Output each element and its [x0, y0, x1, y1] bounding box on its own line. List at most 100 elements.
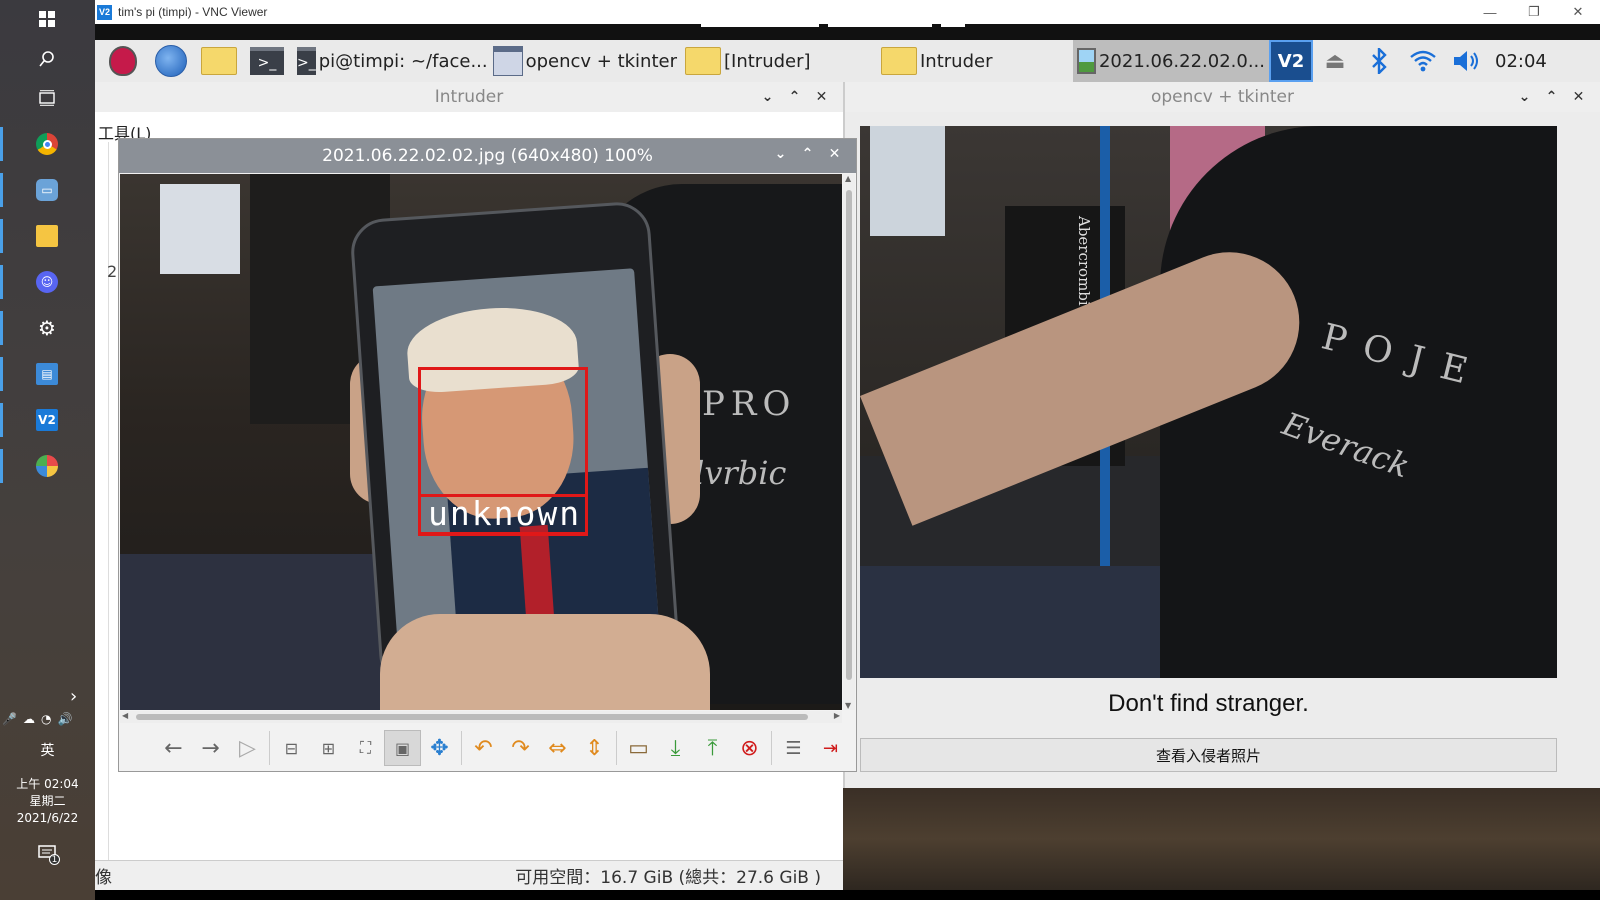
folder-icon [881, 47, 917, 75]
save-icon[interactable]: ⤓ [657, 730, 694, 766]
view-intruder-photos-button[interactable]: 查看入侵者照片 [860, 738, 1557, 772]
next-icon[interactable]: → [192, 730, 229, 766]
maximize-button[interactable]: ⌃ [781, 89, 808, 105]
vnc-title-text: tim's pi (timpi) - VNC Viewer [118, 5, 268, 19]
delete-icon[interactable]: ⊗ [731, 730, 768, 766]
terminal-icon: >_ [297, 47, 316, 75]
poster [870, 126, 945, 236]
window-title: 2021.06.22.02.02.jpg (640x480) 100% [322, 146, 653, 166]
task-terminal[interactable]: >_ pi@timpi: ~/face... [293, 40, 489, 82]
browser-icon[interactable] [151, 43, 191, 79]
vnc-viewer-icon[interactable]: V2 [27, 403, 67, 437]
opencv-window[interactable]: opencv + tkinter ⌄ ⌃ ✕ Abercrombie POJE … [843, 82, 1600, 788]
tray-icons[interactable]: 🎤 ☁ ◔ 🔊 [2, 712, 72, 726]
image-viewer-window[interactable]: 2021.06.22.02.02.jpg (640x480) 100% ⌄ ⌃ … [118, 138, 857, 772]
zoom-fit-icon[interactable]: ⛶ [347, 730, 384, 766]
preferences-icon[interactable]: ☰ [775, 730, 812, 766]
minimize-button[interactable]: ⌄ [767, 146, 794, 162]
zoom-original-icon[interactable]: ▣ [384, 730, 421, 766]
flip-horizontal-icon[interactable]: ⇔ [539, 730, 576, 766]
settings-icon[interactable]: ⚙ [27, 311, 67, 345]
rotate-left-icon[interactable]: ↶ [465, 730, 502, 766]
file-explorer-icon[interactable] [27, 219, 67, 253]
camera-feed: Abercrombie POJE Everack [860, 126, 1557, 678]
speaker-icon[interactable]: 🔊 [57, 712, 72, 726]
status-bar: 像 可用空間：16.7 GiB (總共：27.6 GiB ) [95, 860, 843, 890]
close-button[interactable]: ✕ [1565, 89, 1592, 105]
network-icon[interactable]: ◔ [41, 712, 51, 726]
rotate-right-icon[interactable]: ↷ [502, 730, 539, 766]
intruder-titlebar[interactable]: Intruder ⌄ ⌃ ✕ [95, 82, 843, 112]
ime-indicator[interactable]: 英 [0, 740, 95, 760]
volume-icon[interactable] [1445, 40, 1489, 82]
minimize-button[interactable]: — [1468, 0, 1512, 24]
opencv-titlebar[interactable]: opencv + tkinter ⌄ ⌃ ✕ [845, 82, 1600, 112]
microphone-icon[interactable]: 🎤 [2, 712, 17, 726]
shirt-text: POJE [1317, 316, 1489, 397]
status-message: Don't find stranger. [1108, 690, 1309, 717]
zoom-in-icon[interactable]: ⊞ [310, 730, 347, 766]
task-intruder[interactable]: Intruder [877, 40, 1073, 82]
folder-icon [685, 47, 721, 75]
flip-vertical-icon[interactable]: ⇕ [576, 730, 613, 766]
task-view-icon[interactable] [27, 81, 67, 115]
prev-icon[interactable]: ← [155, 730, 192, 766]
minimize-button[interactable]: ⌄ [754, 89, 781, 105]
bluetooth-icon[interactable] [1357, 40, 1401, 82]
task-intruder-bracket[interactable]: [Intruder] [681, 40, 877, 82]
poster [160, 184, 240, 274]
close-button[interactable]: ✕ [808, 89, 835, 105]
fullscreen-icon[interactable]: ✥ [421, 730, 458, 766]
quit-icon[interactable]: ⇥ [812, 730, 849, 766]
vnc-server-icon[interactable]: V2 [1269, 40, 1313, 82]
search-icon[interactable] [27, 42, 67, 76]
paint-icon[interactable] [27, 449, 67, 483]
task-image-viewer[interactable]: 2021.06.22.02.0... [1073, 40, 1269, 82]
vertical-scrollbar[interactable]: ▲ ▼ [843, 174, 855, 710]
windows-taskbar: ▭ ☺ ⚙ ▤ V2 › 🎤 ☁ ◔ 🔊 英 上午 02:04 星期二 2021… [0, 0, 95, 900]
status-left-text: 像 [95, 868, 112, 888]
wifi-icon[interactable] [1401, 40, 1445, 82]
shirt: POJE Everack [1160, 126, 1557, 678]
raspberry-menu-icon[interactable] [103, 43, 143, 79]
cloud-icon[interactable]: ☁ [23, 712, 35, 726]
remote-app-icon[interactable]: ▤ [27, 357, 67, 391]
slideshow-icon[interactable]: ▷ [229, 730, 266, 766]
remote-desktop[interactable]: >_ >_ pi@timpi: ~/face... opencv + tkint… [95, 24, 1600, 900]
vnc-titlebar[interactable]: V2 tim's pi (timpi) - VNC Viewer — ❐ ✕ [95, 0, 1600, 24]
scrollbar-thumb[interactable] [136, 714, 808, 720]
maximize-button[interactable]: ⌃ [1538, 89, 1565, 105]
viewer-titlebar[interactable]: 2021.06.22.02.02.jpg (640x480) 100% ⌄ ⌃ … [119, 139, 856, 173]
terminal-launcher-icon[interactable]: >_ [247, 43, 287, 79]
open-file-icon[interactable]: ▭ [620, 730, 657, 766]
shirt-text: Everack [1277, 404, 1415, 486]
image-canvas[interactable]: PRO Silvrbic unknown [120, 174, 842, 710]
eject-icon[interactable]: ⏏ [1313, 40, 1357, 82]
vnc-logo-icon: V2 [97, 4, 112, 20]
maximize-button[interactable]: ⌃ [794, 146, 821, 162]
remote-top-strip [95, 24, 1600, 40]
pi-panel: >_ >_ pi@timpi: ~/face... opencv + tkint… [95, 40, 1600, 82]
file-manager-icon[interactable] [199, 43, 239, 79]
task-opencv[interactable]: opencv + tkinter [489, 40, 681, 82]
windows-clock[interactable]: 上午 02:04 星期二 2021/6/22 [0, 776, 95, 827]
close-button[interactable]: ✕ [821, 146, 848, 162]
window-title: Intruder [434, 87, 504, 107]
close-button[interactable]: ✕ [1556, 0, 1600, 24]
pi-clock[interactable]: 02:04 [1495, 51, 1547, 72]
face-label: unknown [428, 494, 582, 533]
windows-start-icon[interactable] [27, 2, 67, 36]
restore-button[interactable]: ❐ [1512, 0, 1556, 24]
window-icon [493, 46, 523, 76]
chevron-icon[interactable]: › [70, 686, 77, 707]
minimize-button[interactable]: ⌄ [1511, 89, 1538, 105]
chrome-icon[interactable] [27, 127, 67, 161]
discord-icon[interactable]: ☺ [27, 265, 67, 299]
zoom-out-icon[interactable]: ⊟ [273, 730, 310, 766]
notification-icon[interactable]: 1 [38, 844, 60, 865]
remote-desktop-icon[interactable]: ▭ [27, 173, 67, 207]
horizontal-scrollbar[interactable]: ◀ ▶ [120, 711, 842, 723]
jacket-text: Abercrombie [1075, 216, 1093, 315]
save-as-icon[interactable]: ⤒ [694, 730, 731, 766]
scrollbar-thumb[interactable] [846, 190, 852, 680]
